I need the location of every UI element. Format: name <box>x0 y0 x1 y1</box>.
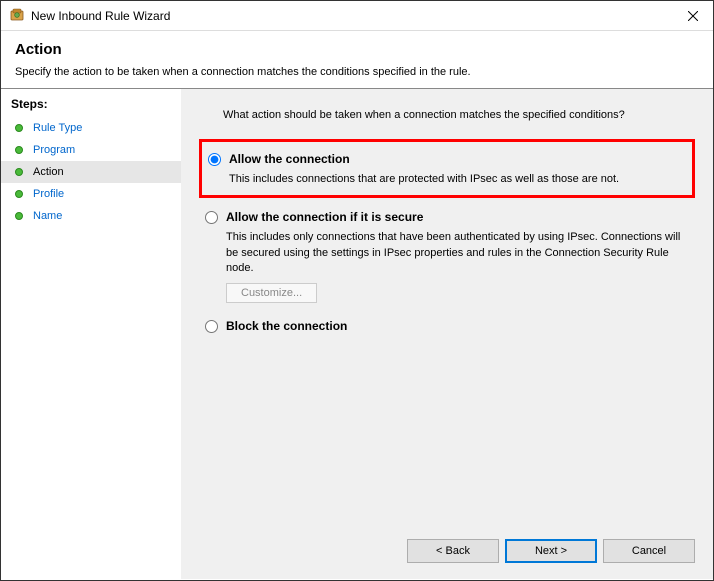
step-label: Program <box>33 144 75 156</box>
bullet-icon <box>15 168 23 176</box>
close-button[interactable] <box>673 1 713 31</box>
button-bar: < Back Next > Cancel <box>199 529 695 563</box>
customize-button: Customize... <box>226 283 317 303</box>
bullet-icon <box>15 212 23 220</box>
step-label: Action <box>33 166 64 178</box>
step-label: Name <box>33 210 62 222</box>
step-name[interactable]: Name <box>1 205 181 227</box>
bullet-icon <box>15 146 23 154</box>
body-area: Steps: Rule Type Program Action Profile … <box>1 89 713 579</box>
step-label: Rule Type <box>33 122 82 134</box>
steps-title: Steps: <box>1 97 181 117</box>
radio-allow-secure[interactable] <box>205 211 218 224</box>
bullet-icon <box>15 124 23 132</box>
option-allow-secure-label[interactable]: Allow the connection if it is secure <box>226 210 423 224</box>
option-allow-row: Allow the connection <box>208 152 678 166</box>
app-icon <box>9 8 25 24</box>
step-program[interactable]: Program <box>1 139 181 161</box>
radio-allow[interactable] <box>208 153 221 166</box>
page-title: Action <box>15 41 699 58</box>
bullet-icon <box>15 190 23 198</box>
step-rule-type[interactable]: Rule Type <box>1 117 181 139</box>
page-description: Specify the action to be taken when a co… <box>15 66 699 78</box>
steps-sidebar: Steps: Rule Type Program Action Profile … <box>1 89 181 579</box>
wizard-window: New Inbound Rule Wizard Action Specify t… <box>0 0 714 581</box>
titlebar-title: New Inbound Rule Wizard <box>31 9 673 23</box>
close-icon <box>688 11 698 21</box>
option-allow-secure-desc: This includes only connections that have… <box>226 230 695 276</box>
option-block-label[interactable]: Block the connection <box>226 319 347 333</box>
option-block-group: Block the connection <box>199 319 695 333</box>
option-allow-secure-group: Allow the connection if it is secure Thi… <box>199 210 695 302</box>
step-action[interactable]: Action <box>1 161 181 183</box>
back-button[interactable]: < Back <box>407 539 499 563</box>
content-pane: What action should be taken when a conne… <box>181 89 713 579</box>
question-text: What action should be taken when a conne… <box>223 109 695 121</box>
highlight-box: Allow the connection This includes conne… <box>199 139 695 198</box>
titlebar: New Inbound Rule Wizard <box>1 1 713 31</box>
option-allow-secure-row: Allow the connection if it is secure <box>205 210 695 224</box>
option-block-row: Block the connection <box>205 319 695 333</box>
option-allow-label[interactable]: Allow the connection <box>229 152 350 166</box>
step-label: Profile <box>33 188 64 200</box>
radio-block[interactable] <box>205 320 218 333</box>
option-allow-desc: This includes connections that are prote… <box>229 172 678 187</box>
next-button[interactable]: Next > <box>505 539 597 563</box>
header-area: Action Specify the action to be taken wh… <box>1 31 713 88</box>
cancel-button[interactable]: Cancel <box>603 539 695 563</box>
step-profile[interactable]: Profile <box>1 183 181 205</box>
